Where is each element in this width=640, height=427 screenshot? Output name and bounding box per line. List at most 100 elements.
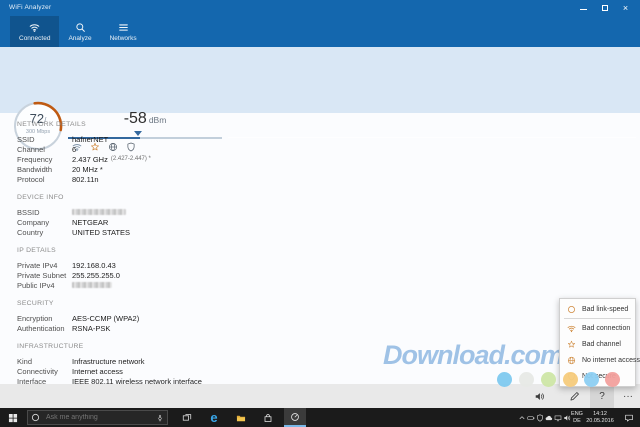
row-label: Authentication [17,324,72,333]
row-label: BSSID [17,208,72,217]
edge-taskbar-button[interactable]: e [203,408,225,427]
help-button[interactable]: ? [590,384,614,408]
section-network-details: NETWORK DETAILS SSIDhafnerNETChannel6Freq… [17,121,640,184]
volume-button[interactable] [527,384,551,408]
search-box[interactable] [27,410,168,425]
detail-row: Channel6 [17,144,640,154]
file-explorer-taskbar-button[interactable] [230,408,252,427]
pen-button[interactable] [562,384,586,408]
popup-divider [564,318,631,319]
store-icon [263,413,273,423]
pen-icon [569,391,580,402]
section-title: IP DETAILS [17,247,640,254]
close-button[interactable]: × [615,0,636,16]
watermark-dot [519,372,534,387]
section-title: NETWORK DETAILS [17,121,640,128]
more-button[interactable]: ··· [616,384,640,408]
globe-icon [567,356,576,365]
search-input[interactable] [44,413,156,422]
detail-row: EncryptionAES-CCMP (WPA2) [17,313,640,323]
section-title: SECURITY [17,300,640,307]
star-icon [567,340,576,349]
maximize-icon [602,5,608,11]
watermark-dot [605,372,620,387]
watermark-dot [541,372,556,387]
tab-connected[interactable]: Connected [10,16,59,47]
networks-icon [118,22,129,33]
detail-row: CompanyNETGEAR [17,217,640,227]
popup-item-bad-link-speed[interactable]: Bad link-speed [560,301,635,317]
row-label: Private Subnet [17,271,72,280]
row-value: 192.168.0.43 [72,261,116,270]
action-center-button[interactable] [621,408,637,427]
wifi-icon [567,324,576,333]
row-value: Internet access [72,367,123,376]
tab-analyze[interactable]: Analyze [59,16,100,47]
row-label: Interface [17,377,72,385]
volume-icon [534,391,545,402]
tab-label: Analyze [68,35,91,42]
maximize-button[interactable] [594,0,615,16]
watermark-dot [497,372,512,387]
row-value: 802.11n [72,175,99,184]
store-taskbar-button[interactable] [257,408,279,427]
watermark-dot [584,372,599,387]
clock[interactable]: 14:12 20.05.2016 [585,408,615,427]
tab-label: Networks [110,35,137,42]
row-label: Private IPv4 [17,261,72,270]
row-value: 6 [72,145,76,154]
edge-icon: e [210,411,217,424]
section-ip-details: IP DETAILS Private IPv4192.168.0.43Privat… [17,247,640,290]
section-security: SECURITY EncryptionAES-CCMP (WPA2)Authent… [17,300,640,333]
detail-row: CountryUNITED STATES [17,227,640,237]
popup-item-label: Bad connection [582,325,630,332]
row-value: NETGEAR [72,218,108,227]
row-value: 255.255.255.0 [72,271,120,280]
redacted-value [72,282,112,288]
tab-networks[interactable]: Networks [101,16,146,47]
tab-bar: Connected Analyze Networks [0,16,640,47]
row-label: Protocol [17,175,72,184]
popup-item-label: Bad link-speed [582,306,628,313]
row-label: Channel [17,145,72,154]
wifi-icon [29,22,40,33]
task-view-icon [182,413,192,423]
popup-item-label: No internet access [582,357,640,364]
window-title: WiFi Analyzer [9,4,51,11]
command-bar: ?··· [0,384,640,408]
row-note: (2.427-2.447) * [111,156,151,162]
row-label: SSID [17,135,72,144]
row-label: Connectivity [17,367,72,376]
tab-label: Connected [19,35,50,42]
microphone-icon [156,414,164,422]
row-label: Public IPv4 [17,281,72,290]
wifi-analyzer-icon [290,412,300,422]
cortana-icon [31,413,40,422]
language-indicator[interactable]: ENG DE [569,408,585,427]
row-value: AES-CCMP (WPA2) [72,314,139,323]
row-value: UNITED STATES [72,228,130,237]
wifi-analyzer-taskbar-button[interactable] [284,408,306,427]
search-icon [75,22,86,33]
file-explorer-icon [236,413,246,423]
section-device-info: DEVICE INFO BSSIDCompanyNETGEARCountryUNI… [17,194,640,237]
task-view-taskbar-button[interactable] [176,408,198,427]
detail-row: SSIDhafnerNET [17,134,640,144]
row-value: 2.437 GHz [72,155,108,164]
detail-row: AuthenticationRSNA-PSK [17,323,640,333]
popup-item-bad-connection[interactable]: Bad connection [560,320,635,336]
detail-row: Bandwidth20 MHz * [17,164,640,174]
row-label: Kind [17,357,72,366]
start-button[interactable] [2,408,24,427]
row-value: IEEE 802.11 wireless network interface [72,377,202,385]
minimize-button[interactable] [573,0,594,16]
popup-item-no-internet-access[interactable]: No internet access [560,352,635,368]
popup-item-label: Bad channel [582,341,621,348]
action-center-icon [624,413,634,423]
watermark-dot [563,372,578,387]
section-title: DEVICE INFO [17,194,640,201]
row-label: Frequency [17,155,72,164]
start-icon [8,413,18,423]
row-label: Company [17,218,72,227]
popup-item-bad-channel[interactable]: Bad channel [560,336,635,352]
